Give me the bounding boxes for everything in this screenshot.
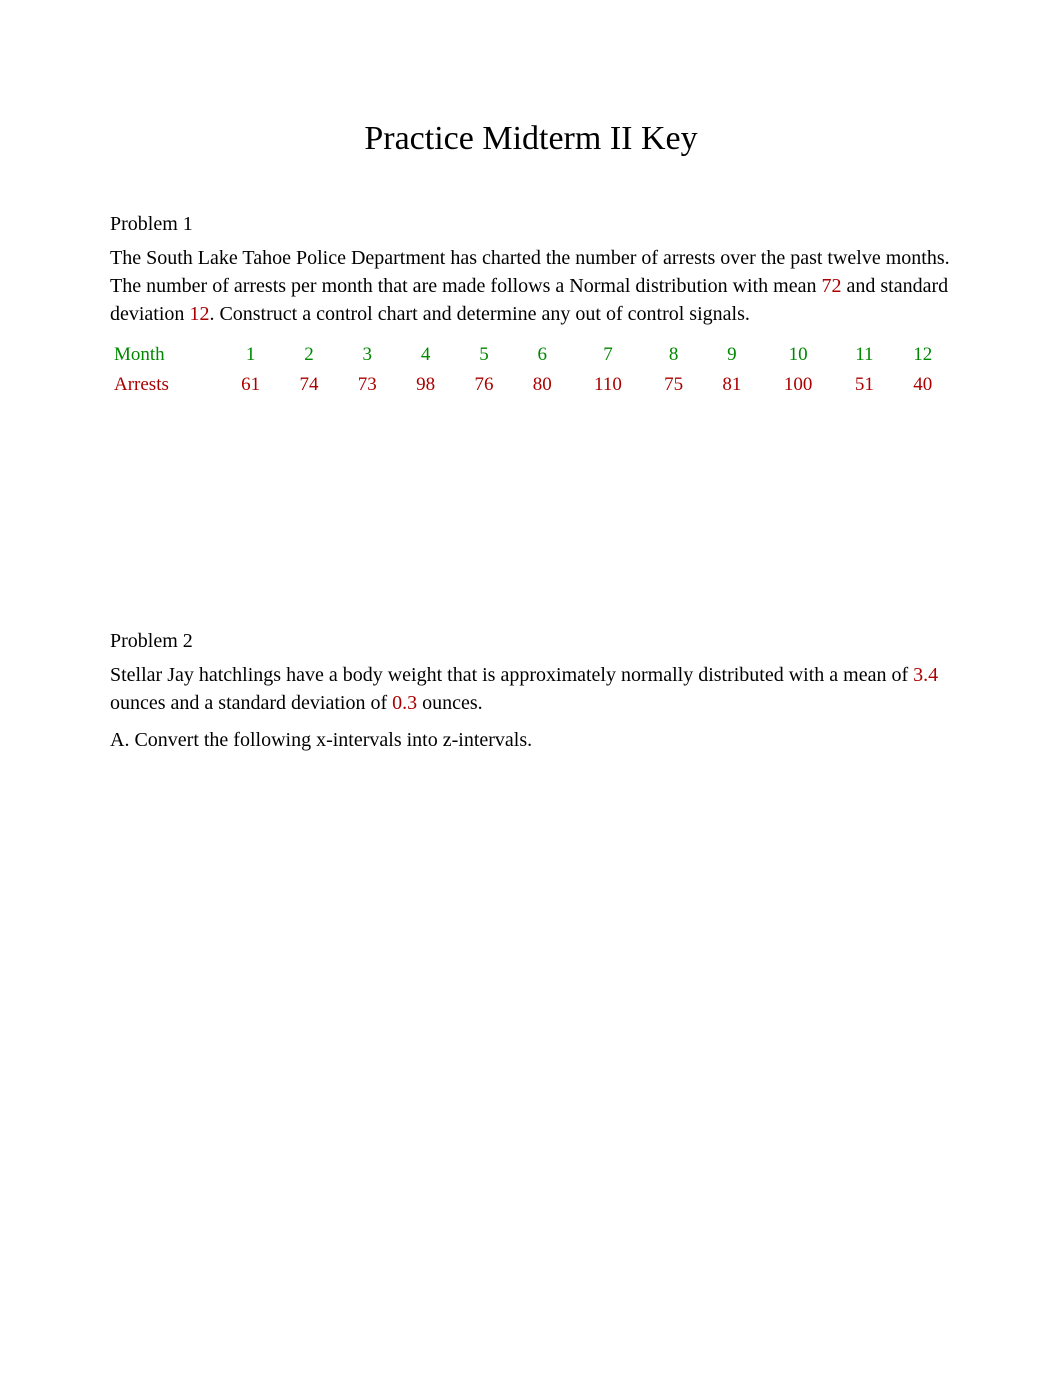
problem-1-body: The South Lake Tahoe Police Department h… <box>110 244 952 328</box>
month-label: Month <box>110 340 221 370</box>
arrests-cell: 110 <box>571 370 644 400</box>
month-cell: 1 <box>221 340 279 370</box>
page-title: Practice Midterm II Key <box>110 120 952 158</box>
month-cell: 12 <box>894 340 952 370</box>
arrests-cell: 75 <box>644 370 702 400</box>
arrests-cell: 74 <box>280 370 338 400</box>
arrests-cell: 76 <box>455 370 513 400</box>
p1-text-3: . Construct a control chart and determin… <box>209 303 749 325</box>
arrests-cell: 100 <box>761 370 835 400</box>
p2-sd: 0.3 <box>392 692 417 714</box>
month-cell: 4 <box>396 340 454 370</box>
arrests-cell: 61 <box>221 370 279 400</box>
arrests-cell: 81 <box>703 370 761 400</box>
arrests-cell: 51 <box>835 370 893 400</box>
month-cell: 11 <box>835 340 893 370</box>
table-row-month: Month 1 2 3 4 5 6 7 8 9 10 11 12 <box>110 340 952 370</box>
month-cell: 6 <box>513 340 571 370</box>
problem-1: Problem 1 The South Lake Tahoe Police De… <box>110 213 952 400</box>
p2-text-1: Stellar Jay hatchlings have a body weigh… <box>110 664 913 686</box>
table-row-arrests: Arrests 61 74 73 98 76 80 110 75 81 100 … <box>110 370 952 400</box>
problem-1-heading: Problem 1 <box>110 213 952 236</box>
arrests-cell: 80 <box>513 370 571 400</box>
p1-sd: 12 <box>189 303 209 325</box>
p2-text-3: ounces. <box>417 692 483 714</box>
p2-text-2: ounces and a standard deviation of <box>110 692 392 714</box>
arrests-cell: 40 <box>894 370 952 400</box>
arrests-label: Arrests <box>110 370 221 400</box>
month-cell: 10 <box>761 340 835 370</box>
month-cell: 8 <box>644 340 702 370</box>
p1-mean: 72 <box>821 275 841 297</box>
arrests-cell: 98 <box>396 370 454 400</box>
month-cell: 7 <box>571 340 644 370</box>
problem-1-table: Month 1 2 3 4 5 6 7 8 9 10 11 12 Arrests… <box>110 340 952 400</box>
problem-2-part-a: A. Convert the following x-intervals int… <box>110 729 952 752</box>
problem-2-heading: Problem 2 <box>110 630 952 653</box>
problem-2-body: Stellar Jay hatchlings have a body weigh… <box>110 661 952 717</box>
arrests-cell: 73 <box>338 370 396 400</box>
problem-2: Problem 2 Stellar Jay hatchlings have a … <box>110 630 952 752</box>
month-cell: 2 <box>280 340 338 370</box>
month-cell: 9 <box>703 340 761 370</box>
month-cell: 3 <box>338 340 396 370</box>
month-cell: 5 <box>455 340 513 370</box>
p2-mean: 3.4 <box>913 664 938 686</box>
